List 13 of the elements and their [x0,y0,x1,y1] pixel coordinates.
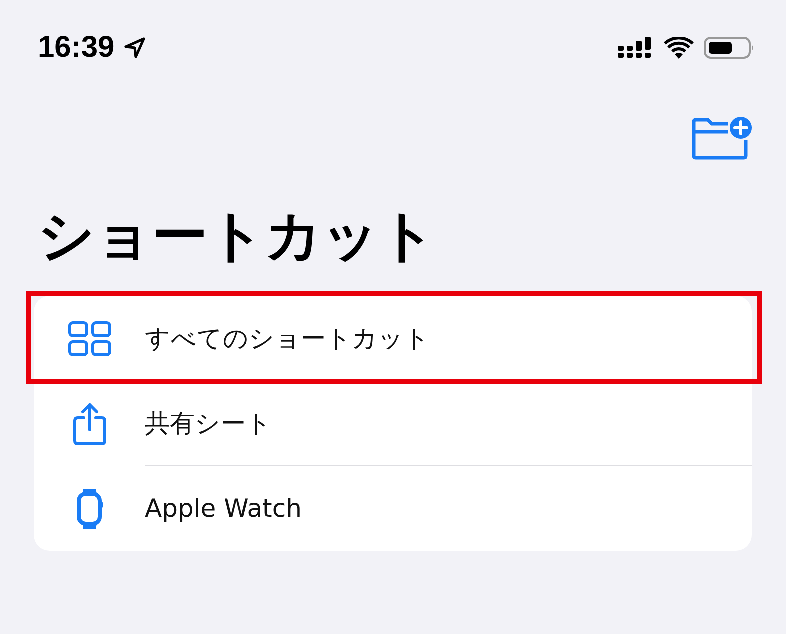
list-item-label[interactable]: 共有シート [145,406,272,440]
new-folder-icon[interactable] [690,116,754,160]
share-icon [72,402,106,446]
grid-icon [68,320,112,356]
list-item-label[interactable]: すべてのショートカット [145,322,430,354]
battery-icon [704,36,756,60]
watch-icon [76,488,104,530]
location-arrow-icon [122,36,147,60]
page-title: ショートカット [38,203,437,271]
signal-icon [618,36,654,60]
status-time: 16:39 [38,31,115,65]
list-item-label[interactable]: Apple Watch [145,494,302,523]
wifi-icon [664,37,694,59]
